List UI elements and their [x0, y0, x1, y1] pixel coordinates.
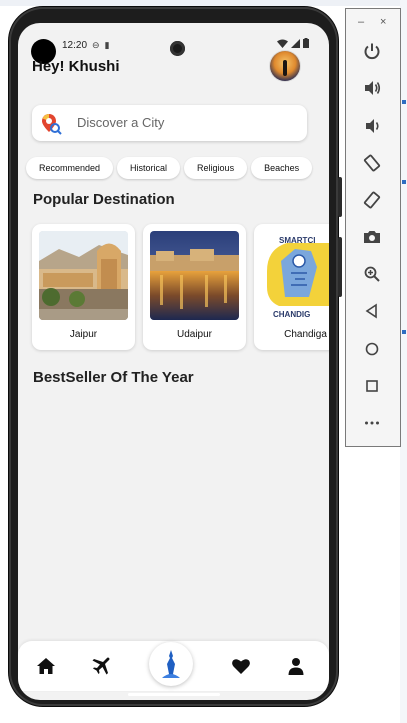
destination-name: Jaipur — [69, 329, 98, 340]
desktop-background-right — [400, 0, 407, 723]
more-dots-icon — [365, 421, 379, 425]
flight-icon[interactable] — [91, 656, 111, 676]
front-camera — [170, 41, 185, 56]
camera-icon — [364, 231, 380, 243]
jaipur-image — [39, 231, 128, 320]
category-chips: Recommended Historical Religious Beaches — [26, 157, 313, 179]
power-button[interactable] — [361, 40, 383, 62]
power-icon — [364, 43, 380, 60]
back-button[interactable] — [361, 300, 383, 322]
smart-city-logo-text: SMARTCI — [279, 236, 315, 245]
greeting-text: Hey! Khushi — [32, 58, 120, 75]
chip-beaches[interactable]: Beaches — [251, 157, 313, 179]
status-bar: 12:20 ⊖ ▮ — [62, 39, 110, 51]
destination-card-jaipur[interactable]: Jaipur — [32, 224, 135, 350]
signal-icon — [291, 38, 300, 48]
volume-down-icon — [366, 119, 379, 133]
gesture-home-bar[interactable] — [128, 693, 220, 696]
volume-up-button[interactable] — [361, 77, 383, 99]
explore-icon — [162, 650, 180, 678]
udaipur-image — [150, 231, 239, 320]
back-triangle-icon — [365, 303, 377, 319]
bottom-navigation — [18, 641, 329, 691]
battery-icon — [303, 38, 309, 48]
home-button[interactable] — [361, 338, 383, 360]
app-screen: 12:20 ⊖ ▮ Hey! Khushi Discover a City Re… — [18, 23, 329, 700]
destination-card-chandigarh[interactable]: SMARTCI CHANDIG Chandiga — [254, 224, 329, 350]
overview-square-icon — [366, 380, 378, 392]
destination-name: Chandiga — [284, 329, 327, 340]
destination-card-udaipur[interactable]: Udaipur — [143, 224, 246, 350]
close-button[interactable]: × — [380, 16, 386, 28]
heart-icon[interactable] — [231, 656, 251, 676]
phone-frame: 12:20 ⊖ ▮ Hey! Khushi Discover a City Re… — [9, 7, 342, 706]
bestseller-heading: BestSeller Of The Year — [33, 369, 194, 386]
wifi-icon — [277, 39, 288, 48]
chip-historical[interactable]: Historical — [117, 157, 181, 179]
person-icon[interactable] — [286, 656, 306, 676]
home-circle-icon — [365, 342, 379, 356]
zoom-icon — [364, 266, 380, 282]
search-bar[interactable]: Discover a City — [32, 105, 307, 141]
emulator-toolbar: – × — [345, 8, 401, 447]
destination-cards: Jaipur Udaipur SMARTCI CHANDIG Chandiga — [32, 224, 329, 350]
chandigarh-logo-text: CHANDIG — [273, 310, 310, 319]
chip-recommended[interactable]: Recommended — [26, 157, 114, 179]
volume-up-icon — [365, 81, 381, 95]
overview-button[interactable] — [361, 375, 383, 397]
popular-destination-heading: Popular Destination — [33, 191, 175, 208]
more-options-button[interactable] — [361, 412, 383, 434]
destination-name: Udaipur — [176, 329, 213, 340]
rotate-left-icon — [363, 154, 381, 172]
minimize-button[interactable]: – — [358, 16, 364, 28]
screenshot-button[interactable] — [361, 226, 383, 248]
volume-down-button[interactable] — [361, 115, 383, 137]
status-indicators — [277, 38, 309, 48]
home-icon[interactable] — [36, 656, 56, 676]
status-time: 12:20 — [62, 39, 88, 51]
do-not-disturb-icon: ⊖ — [92, 39, 100, 50]
desktop-background-top — [0, 0, 407, 6]
sd-card-icon: ▮ — [104, 39, 110, 50]
chandigarh-image: SMARTCI CHANDIG — [261, 231, 329, 320]
profile-avatar[interactable] — [270, 51, 300, 81]
rotate-right-icon — [363, 191, 381, 209]
rotate-right-button[interactable] — [361, 189, 383, 211]
chip-religious[interactable]: Religious — [184, 157, 248, 179]
search-placeholder: Discover a City — [77, 115, 165, 130]
location-search-icon — [42, 114, 62, 135]
explore-button[interactable] — [149, 642, 193, 686]
rotate-left-button[interactable] — [361, 152, 383, 174]
zoom-button[interactable] — [361, 263, 383, 285]
